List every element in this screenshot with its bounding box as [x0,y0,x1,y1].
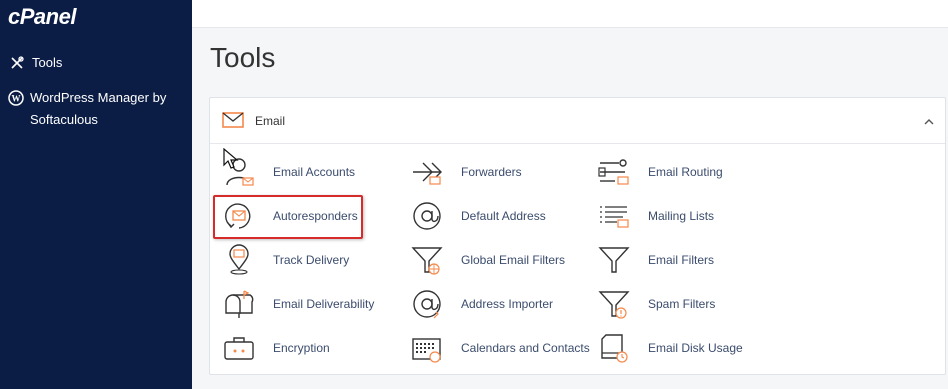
tool-email-deliverability[interactable]: Email Deliverability [222,284,374,324]
tool-email-filters[interactable]: Email Filters [597,240,714,280]
tool-global-email-filters[interactable]: Global Email Filters [410,240,565,280]
section-title: Email [255,114,286,128]
tool-email-accounts[interactable]: Email Accounts [222,152,355,192]
autoresponders-highlight [213,195,363,239]
location-pin-icon [222,243,256,277]
mailbox-icon [222,287,256,321]
wordpress-icon: W [8,87,24,109]
filter-icon [597,243,631,277]
top-bar [192,0,948,28]
tool-default-address[interactable]: Default Address [410,196,546,236]
svg-text:W: W [12,94,21,104]
tool-encryption[interactable]: Encryption [222,328,330,368]
at-import-icon [410,287,444,321]
tool-label: Email Deliverability [273,297,375,311]
sidebar: cPanel Tools W WordPress Manager by Soft… [0,0,192,389]
chevron-up-icon[interactable] [923,114,935,132]
tool-label: Mailing Lists [648,209,715,223]
mouse-cursor-icon [223,147,239,175]
tool-label: Email Filters [648,253,715,267]
tool-label: Spam Filters [648,297,716,311]
tool-forwarders[interactable]: Forwarders [410,152,522,192]
tool-mailing-lists[interactable]: Mailing Lists [597,196,714,236]
cpanel-logo[interactable]: cPanel [8,4,76,30]
global-filter-icon [410,243,444,277]
tool-label: Track Delivery [273,253,350,267]
tool-label: Address Importer [461,297,554,311]
calendar-icon [410,331,444,365]
tool-email-routing[interactable]: Email Routing [597,152,723,192]
spam-filter-icon [597,287,631,321]
sidebar-item-tools[interactable]: Tools [8,52,62,74]
tool-label: Encryption [273,341,330,355]
tool-spam-filters[interactable]: Spam Filters [597,284,715,324]
envelope-icon [222,112,244,133]
tools-icon [8,52,26,74]
sidebar-item-label: WordPress Manager by Softaculous [30,90,167,127]
email-routing-icon [597,155,631,189]
briefcase-lock-icon [222,331,256,365]
disk-usage-icon [597,331,631,365]
tool-track-delivery[interactable]: Track Delivery [222,240,349,280]
sidebar-item-wordpress-manager[interactable]: W WordPress Manager by Softaculous [8,87,188,131]
email-section-header[interactable]: Email [210,98,945,144]
tool-label: Global Email Filters [461,253,566,267]
tool-label: Default Address [461,209,546,223]
sidebar-item-label: Tools [32,55,63,70]
tool-calendars-and-contacts[interactable]: Calendars and Contacts [410,328,590,368]
tool-label: Email Disk Usage [648,341,743,355]
mailing-lists-icon [597,199,631,233]
tool-email-disk-usage[interactable]: Email Disk Usage [597,328,743,368]
tool-label: Calendars and Contacts [461,341,590,355]
at-sign-icon [410,199,444,233]
page-title: Tools [210,42,276,73]
tool-label: Email Routing [648,165,723,179]
tool-label: Forwarders [461,165,522,179]
tool-address-importer[interactable]: Address Importer [410,284,553,324]
tool-label: Email Accounts [273,165,356,179]
forwarders-icon [410,155,444,189]
